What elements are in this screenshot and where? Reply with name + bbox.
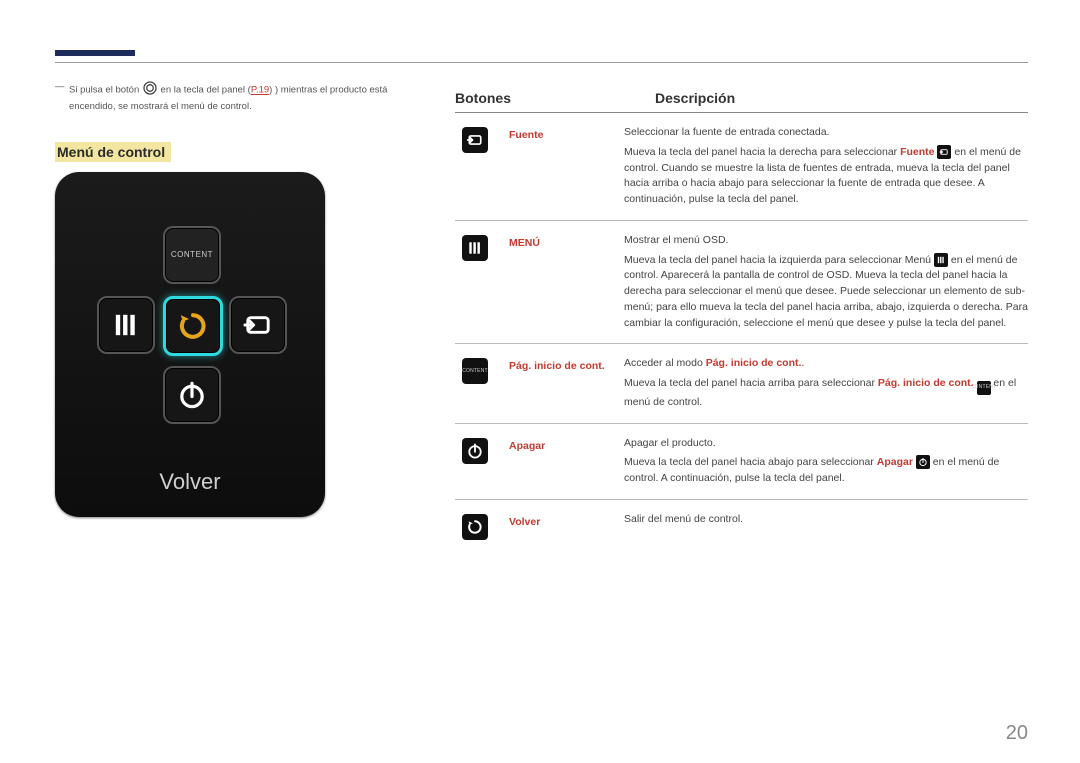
button-label: MENÚ <box>495 233 624 332</box>
table-row: ApagarApagar el producto.Mueva la tecla … <box>455 424 1028 500</box>
source-button[interactable] <box>229 296 287 354</box>
button-label: Fuente <box>495 125 624 208</box>
table-row: FuenteSeleccionar la fuente de entrada c… <box>455 113 1028 221</box>
source-icon <box>937 145 951 159</box>
button-label: Volver <box>495 512 624 540</box>
button-description: Salir del menú de control. <box>624 512 1028 540</box>
source-icon <box>462 127 488 153</box>
menu-icon <box>462 235 488 261</box>
button-description: Apagar el producto.Mueva la tecla del pa… <box>624 436 1028 487</box>
col-buttons: Botones <box>455 90 655 106</box>
buttons-table: Botones Descripción FuenteSeleccionar la… <box>455 90 1028 552</box>
power-button[interactable] <box>163 366 221 424</box>
content-icon: CONTENT <box>171 250 213 259</box>
content-button[interactable]: CONTENT <box>163 226 221 284</box>
col-description: Descripción <box>655 90 1028 106</box>
header-rule <box>55 62 1028 63</box>
return-icon <box>462 514 488 540</box>
control-menu-panel: CONTENT Volver <box>55 172 325 517</box>
intro-note: ― Si pulsa el botón en la tecla del pane… <box>55 80 415 114</box>
button-label: Apagar <box>495 436 624 487</box>
button-label: Pág. inicio de cont. <box>495 356 624 410</box>
source-icon <box>242 309 274 341</box>
content-icon: CONTENT <box>977 381 991 395</box>
power-icon <box>176 379 208 411</box>
button-description: Mostrar el menú OSD.Mueva la tecla del p… <box>624 233 1028 332</box>
header-accent <box>55 50 135 56</box>
power-icon <box>916 455 930 469</box>
page-ref-link[interactable]: P.19 <box>251 85 269 96</box>
button-description: Seleccionar la fuente de entrada conecta… <box>624 125 1028 208</box>
table-row: MENÚMostrar el menú OSD.Mueva la tecla d… <box>455 221 1028 345</box>
table-row: CONTENT Pág. inicio de cont.Acceder al mo… <box>455 344 1028 423</box>
power-ring-icon <box>142 80 158 100</box>
menu-button[interactable] <box>97 296 155 354</box>
table-row: VolverSalir del menú de control. <box>455 500 1028 552</box>
menu-icon <box>110 309 142 341</box>
page-number: 20 <box>1006 722 1028 745</box>
return-icon <box>176 309 210 343</box>
menu-icon <box>934 253 948 267</box>
panel-caption: Volver <box>55 469 325 495</box>
content-icon: CONTENT <box>462 358 488 384</box>
return-button[interactable] <box>163 296 223 356</box>
button-description: Acceder al modo Pág. inicio de cont..Mue… <box>624 356 1028 410</box>
power-icon <box>462 438 488 464</box>
control-menu-heading: Menú de control <box>55 142 171 162</box>
table-header: Botones Descripción <box>455 90 1028 113</box>
